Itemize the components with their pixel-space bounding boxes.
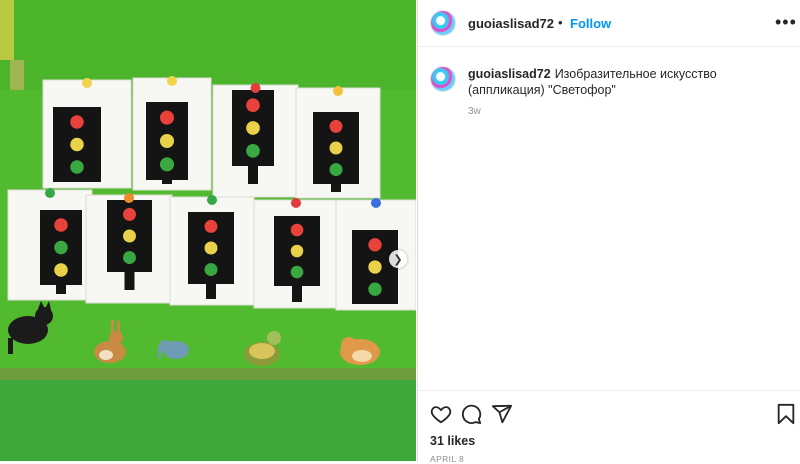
share-icon[interactable]: [491, 403, 513, 425]
traffic-light-artwork: [85, 193, 173, 304]
post-media[interactable]: ❯: [0, 0, 416, 461]
post-date: APRIL 8: [430, 454, 465, 464]
post-actions: 31 likes APRIL 8: [418, 390, 800, 464]
traffic-light-photo: [0, 0, 416, 461]
traffic-light-artwork: [253, 198, 339, 309]
comment-icon[interactable]: [460, 403, 482, 425]
heart-icon[interactable]: [430, 403, 452, 425]
traffic-light-artwork: [212, 83, 299, 198]
author-username[interactable]: guoiaslisad72: [468, 16, 554, 31]
traffic-light-artwork: [42, 78, 132, 189]
traffic-light-artwork: [132, 76, 212, 191]
caption-username[interactable]: guoiaslisad72: [468, 67, 551, 81]
more-options-icon[interactable]: •••: [775, 12, 797, 33]
post-header: guoiaslisad72 • Follow •••: [418, 0, 800, 47]
traffic-light-artwork: [169, 195, 255, 306]
avatar[interactable]: [430, 10, 456, 36]
post-caption: guoiaslisad72 Изобразительное искусство (…: [468, 66, 788, 98]
bookmark-icon[interactable]: [775, 403, 797, 425]
next-media-button[interactable]: ❯: [389, 250, 407, 268]
chevron-right-icon: ❯: [393, 253, 403, 266]
follow-button[interactable]: Follow: [570, 16, 611, 31]
caption-timestamp[interactable]: 3w: [468, 106, 481, 117]
separator-dot: •: [558, 15, 563, 30]
post-detail-panel: guoiaslisad72 • Follow ••• guoiaslisad72…: [417, 0, 800, 464]
caption-avatar[interactable]: [430, 66, 456, 92]
likes-count[interactable]: 31 likes: [430, 434, 475, 448]
traffic-light-artwork: [295, 86, 381, 199]
traffic-light-artwork: [7, 188, 93, 301]
